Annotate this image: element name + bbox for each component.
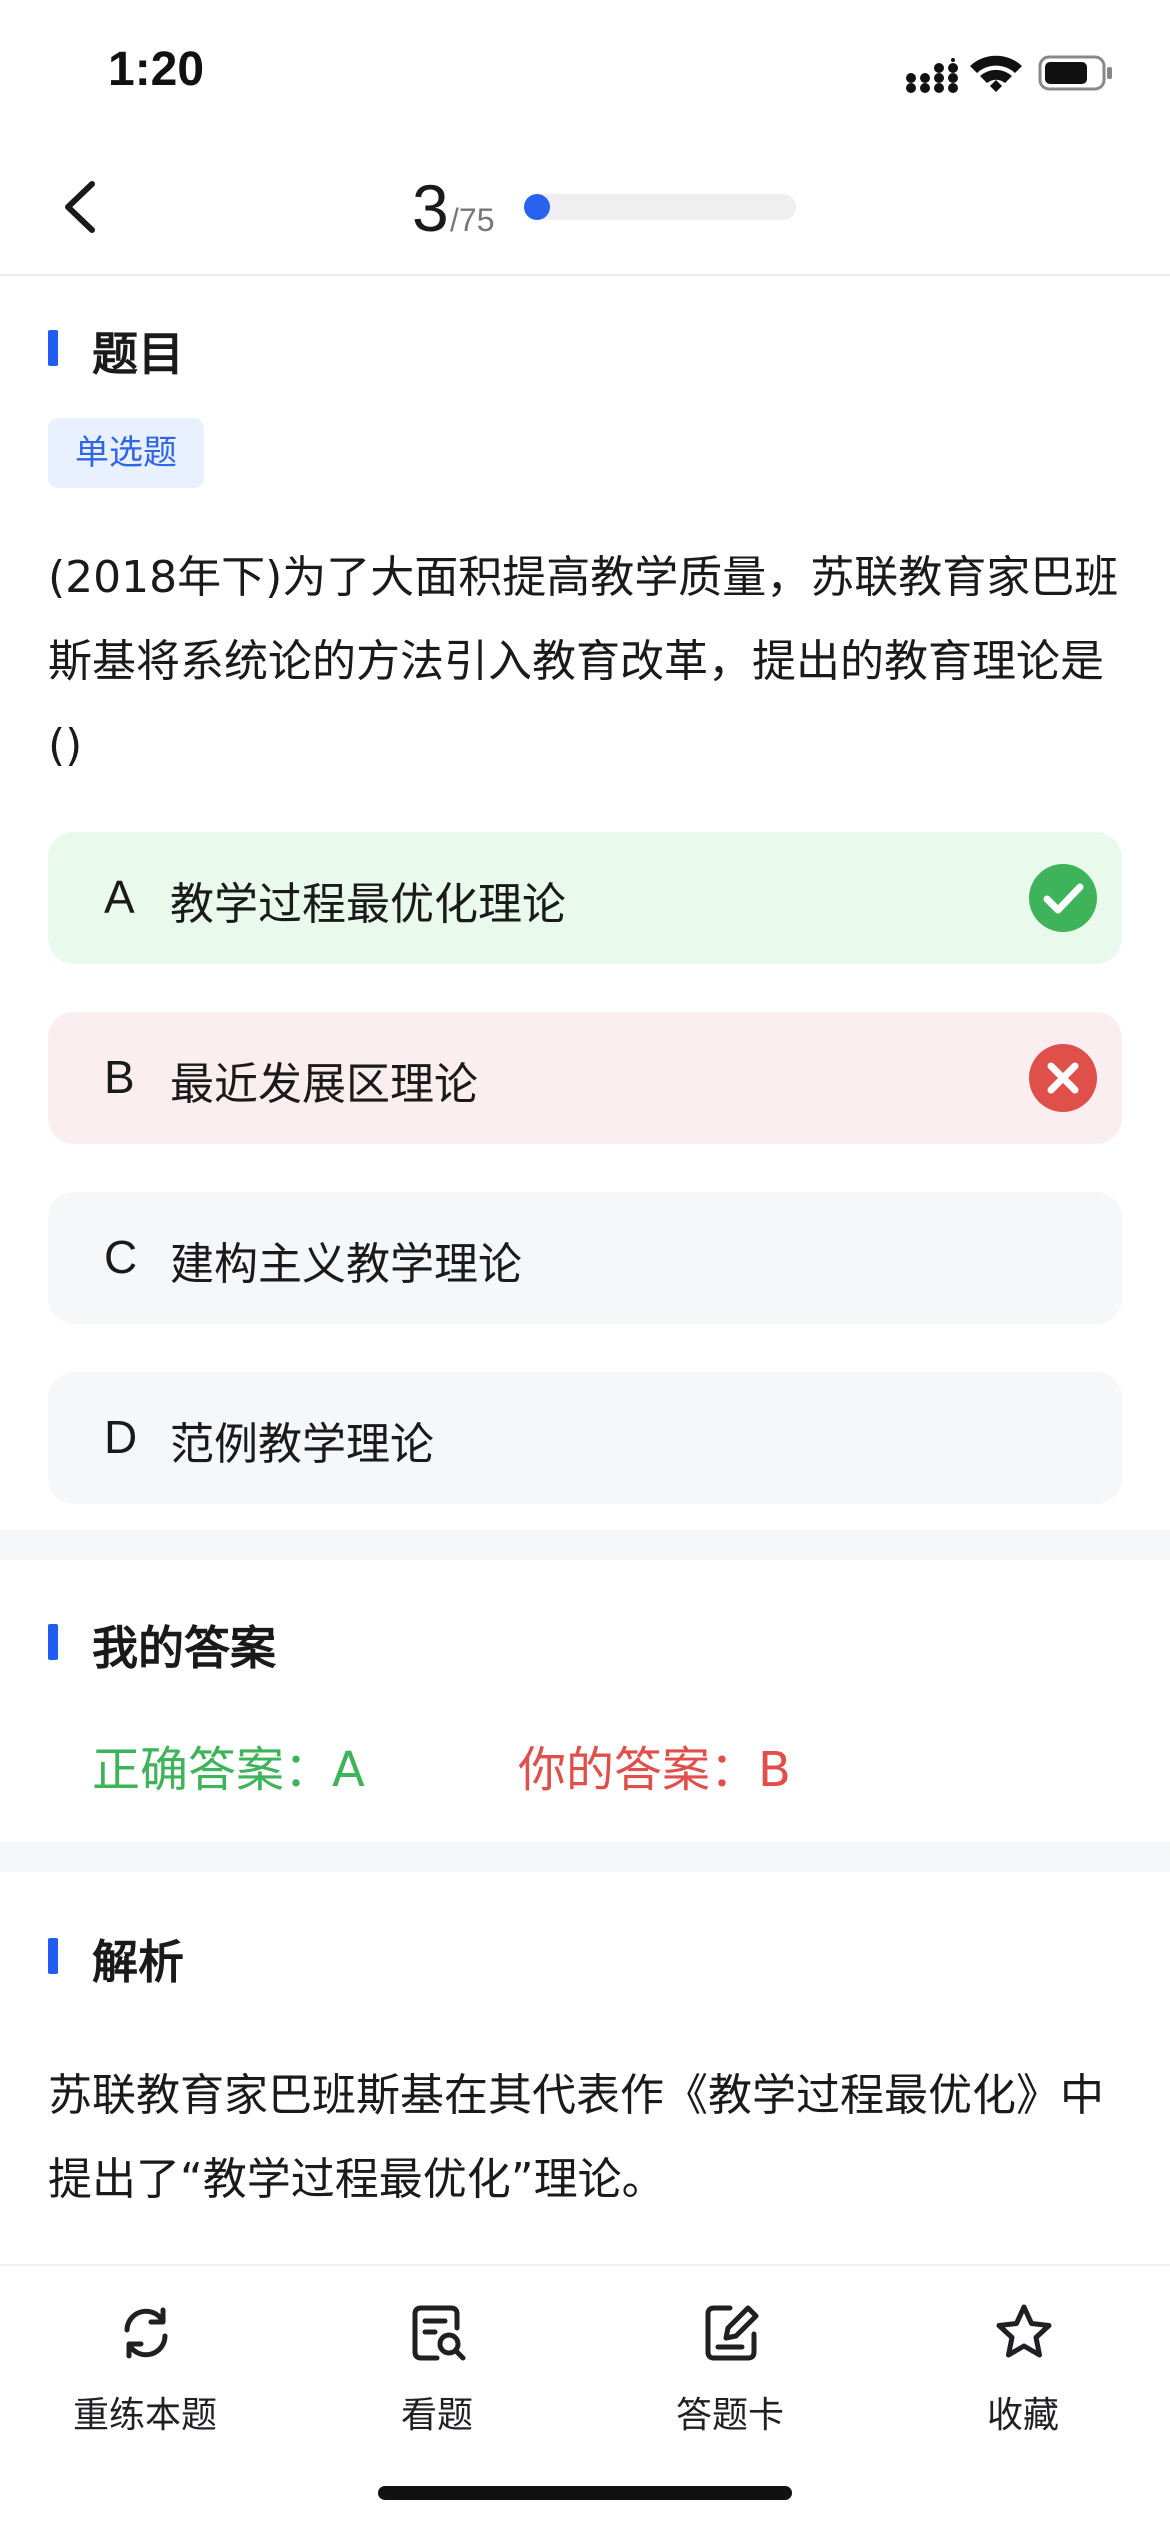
battery-icon (1038, 55, 1112, 91)
retry-question-button[interactable]: 重练本题 (35, 2302, 255, 2462)
option-b[interactable]: B 最近发展区理论 (48, 1012, 1122, 1144)
section-accent-bar (48, 1938, 58, 1974)
wifi-icon (970, 55, 1022, 92)
question-type-badge: 单选题 (48, 418, 204, 488)
option-letter: D (104, 1411, 138, 1463)
section-divider (0, 1530, 1170, 1560)
home-indicator (378, 2486, 792, 2500)
section-divider (0, 1842, 1170, 1872)
section-title: 题目 (92, 327, 184, 381)
section-accent-bar (48, 330, 58, 366)
answer-sheet-icon (705, 2305, 759, 2361)
tab-label: 答题卡 (675, 2395, 784, 2436)
nav-bar: 3 /75 (0, 150, 1170, 276)
option-letter: B (104, 1051, 135, 1103)
section-accent-bar (48, 1624, 58, 1660)
total-questions: /75 (450, 202, 495, 238)
option-a[interactable]: A 教学过程最优化理论 (48, 832, 1122, 964)
progress-bar (524, 194, 796, 220)
my-answer: 你的答案：B (518, 1742, 791, 1798)
tab-label: 收藏 (986, 2395, 1059, 2436)
tab-label: 重练本题 (72, 2395, 217, 2436)
option-text: 最近发展区理论 (170, 1059, 478, 1110)
refresh-icon (124, 2307, 168, 2359)
view-question-button[interactable]: 看题 (327, 2302, 547, 2462)
answer-sheet-button[interactable]: 答题卡 (620, 2302, 840, 2462)
option-d[interactable]: D 范例教学理论 (48, 1372, 1122, 1504)
back-arrow-icon[interactable] (48, 172, 118, 242)
option-c[interactable]: C 建构主义教学理论 (48, 1192, 1122, 1324)
option-letter: C (104, 1231, 138, 1283)
tab-label: 看题 (400, 2395, 473, 2436)
section-title: 解析 (92, 1935, 184, 1989)
analysis-text: 苏联教育家巴班斯基在其代表作《教学过程最优化》中提出了“教学过程最优化”理论。 (48, 2070, 1104, 2205)
cross-circle-icon (1029, 1044, 1097, 1112)
section-title: 我的答案 (92, 1621, 276, 1675)
correct-answer: 正确答案：A (92, 1742, 365, 1798)
option-letter: A (104, 871, 135, 923)
signal-icon (906, 58, 958, 93)
current-question-number: 3 (412, 171, 449, 245)
option-text: 范例教学理论 (170, 1419, 434, 1470)
question-text: (2018年下)为了大面积提高教学质量，苏联教育家巴班斯基将系统论的方法引入教育… (48, 552, 1119, 771)
check-circle-icon (1029, 864, 1097, 932)
option-text: 建构主义教学理论 (170, 1239, 522, 1290)
star-icon (996, 2304, 1052, 2358)
option-text: 教学过程最优化理论 (170, 879, 566, 930)
status-time: 1:20 (108, 43, 205, 96)
view-question-icon (412, 2305, 466, 2361)
progress-fill (524, 194, 550, 220)
status-bar: 1:20 (0, 0, 1170, 150)
favorite-button[interactable]: 收藏 (913, 2302, 1133, 2462)
